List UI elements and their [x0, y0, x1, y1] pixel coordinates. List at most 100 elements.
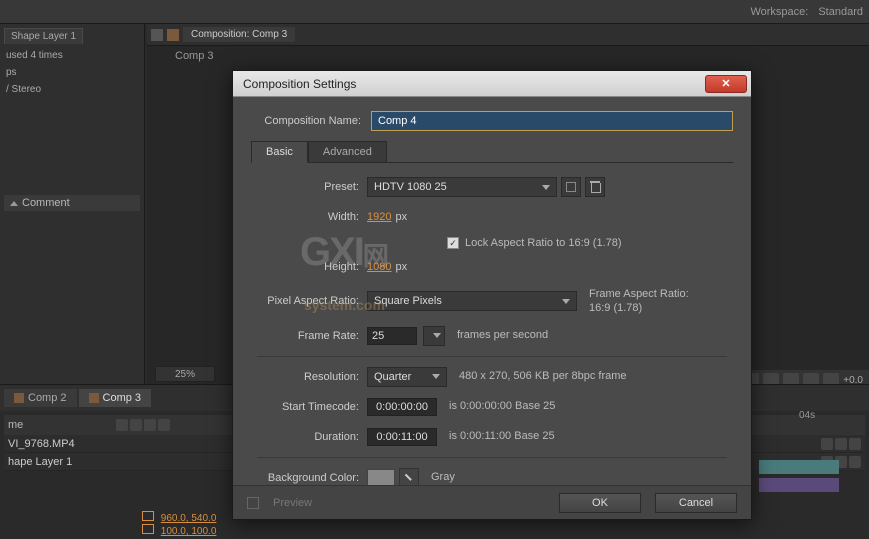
- lock-aspect-label: Lock Aspect Ratio to 16:9 (1.78): [465, 237, 622, 249]
- framerate-input[interactable]: [367, 327, 417, 345]
- ruler-tick-label: 04s: [799, 410, 815, 421]
- duration-info: is 0:00:11:00 Base 25: [449, 429, 555, 443]
- far-info: Frame Aspect Ratio:16:9 (1.78): [589, 287, 689, 316]
- stereo-text: / Stereo: [6, 84, 138, 95]
- comp-icon: [14, 393, 24, 403]
- viewer-breadcrumb[interactable]: Comp 3: [167, 46, 869, 66]
- layer-bar[interactable]: [759, 478, 839, 492]
- switch-icon[interactable]: [821, 438, 833, 450]
- duration-label: Duration:: [257, 431, 367, 443]
- lock-icon[interactable]: [151, 29, 163, 41]
- workspace-value[interactable]: Standard: [818, 6, 863, 18]
- comp-name-label: Composition Name:: [251, 115, 371, 127]
- dialog-title: Composition Settings: [243, 77, 705, 91]
- panel-tab[interactable]: Shape Layer 1: [4, 28, 83, 44]
- lock-aspect-row[interactable]: ✓ Lock Aspect Ratio to 16:9 (1.78): [447, 237, 727, 249]
- start-timecode-label: Start Timecode:: [257, 401, 367, 413]
- project-panel: Shape Layer 1 used 4 times ps / Stereo C…: [0, 24, 145, 384]
- comp-icon: [167, 29, 179, 41]
- chevron-down-icon: [433, 333, 441, 338]
- bgcolor-name: Gray: [431, 470, 455, 484]
- save-preset-button[interactable]: [561, 177, 581, 197]
- divider: [257, 457, 727, 458]
- tool-icon[interactable]: [54, 5, 68, 19]
- timeline-tab[interactable]: Comp 2: [4, 389, 77, 407]
- bgcolor-label: Background Color:: [257, 472, 367, 484]
- timeline-tab[interactable]: Comp 3: [79, 389, 152, 407]
- tab-advanced[interactable]: Advanced: [308, 141, 387, 163]
- duration-input[interactable]: [367, 428, 437, 446]
- resolution-label: Resolution:: [257, 371, 367, 383]
- shy-icon[interactable]: [158, 419, 170, 431]
- resolution-value: Quarter: [374, 371, 426, 383]
- eye-icon[interactable]: [116, 419, 128, 431]
- chevron-down-icon: [562, 299, 570, 304]
- comp-name-input[interactable]: [371, 111, 733, 131]
- lock-icon[interactable]: [144, 419, 156, 431]
- px-unit: px: [395, 261, 407, 273]
- chevron-down-icon: [432, 374, 440, 379]
- basic-panel: Preset: HDTV 1080 25 Width: 1920 px ✓ Lo…: [251, 162, 733, 504]
- dialog-titlebar[interactable]: Composition Settings ✕: [233, 71, 751, 97]
- close-button[interactable]: ✕: [705, 75, 747, 93]
- switch-icon[interactable]: [849, 438, 861, 450]
- par-label: Pixel Aspect Ratio:: [257, 295, 367, 307]
- delete-preset-button[interactable]: [585, 177, 605, 197]
- switch-icon[interactable]: [849, 456, 861, 468]
- switch-icon[interactable]: [835, 438, 847, 450]
- col-name: me: [8, 419, 108, 431]
- preview-checkbox: [247, 497, 259, 509]
- used-count: used 4 times: [6, 50, 138, 61]
- viewer-tabbar: Composition: Comp 3: [147, 24, 869, 46]
- trash-icon: [590, 181, 600, 193]
- height-value[interactable]: 1080: [367, 261, 391, 273]
- dialog-tabs: Basic Advanced: [251, 141, 733, 163]
- preset-value: HDTV 1080 25: [374, 181, 536, 193]
- ok-button[interactable]: OK: [559, 493, 641, 513]
- chevron-down-icon: [542, 185, 550, 190]
- bgcolor-swatch[interactable]: [367, 469, 395, 487]
- chevron-up-icon: [10, 201, 18, 206]
- comp-icon: [89, 393, 99, 403]
- tool-icon[interactable]: [30, 5, 44, 19]
- dialog-body: Composition Name: Basic Advanced Preset:…: [233, 97, 751, 518]
- framerate-suffix: frames per second: [457, 328, 548, 342]
- px-unit: px: [395, 211, 407, 223]
- start-timecode-input[interactable]: [367, 398, 437, 416]
- comment-label: Comment: [22, 197, 70, 209]
- save-icon: [566, 182, 576, 192]
- preset-label: Preset:: [257, 181, 367, 193]
- divider: [257, 356, 727, 357]
- switch-icons: [116, 419, 170, 431]
- checkbox-checked-icon[interactable]: ✓: [447, 237, 459, 249]
- solo-icon[interactable]: [130, 419, 142, 431]
- preset-dropdown[interactable]: HDTV 1080 25: [367, 177, 557, 197]
- par-value: Square Pixels: [374, 295, 556, 307]
- preview-label: Preview: [273, 497, 312, 509]
- resolution-dropdown[interactable]: Quarter: [367, 367, 447, 387]
- cancel-button[interactable]: Cancel: [655, 493, 737, 513]
- width-label: Width:: [257, 211, 367, 223]
- scale-value[interactable]: 100.0, 100.0: [161, 526, 217, 537]
- framerate-dropdown[interactable]: [423, 326, 445, 346]
- link-icon[interactable]: [142, 524, 154, 534]
- zoom-dropdown[interactable]: 25%: [155, 366, 215, 382]
- par-dropdown[interactable]: Square Pixels: [367, 291, 577, 311]
- link-icon[interactable]: [142, 511, 154, 521]
- comment-header[interactable]: Comment: [4, 195, 140, 211]
- composition-settings-dialog: Composition Settings ✕ Composition Name:…: [232, 70, 752, 520]
- fps-text: ps: [6, 67, 138, 78]
- tab-basic[interactable]: Basic: [251, 141, 308, 163]
- position-value[interactable]: 960.0, 540.0: [161, 513, 217, 524]
- viewer-tab[interactable]: Composition: Comp 3: [183, 27, 295, 42]
- eyedropper-icon: [402, 471, 416, 485]
- timeline-ruler[interactable]: 04s: [759, 404, 859, 424]
- workspace-label: Workspace:: [750, 6, 808, 18]
- resolution-info: 480 x 270, 506 KB per 8bpc frame: [459, 369, 627, 383]
- start-timecode-info: is 0:00:00:00 Base 25: [449, 399, 555, 413]
- tool-icon[interactable]: [6, 5, 20, 19]
- height-label: Height:: [257, 261, 367, 273]
- width-value[interactable]: 1920: [367, 211, 391, 223]
- framerate-label: Frame Rate:: [257, 330, 367, 342]
- layer-bar[interactable]: [759, 460, 839, 474]
